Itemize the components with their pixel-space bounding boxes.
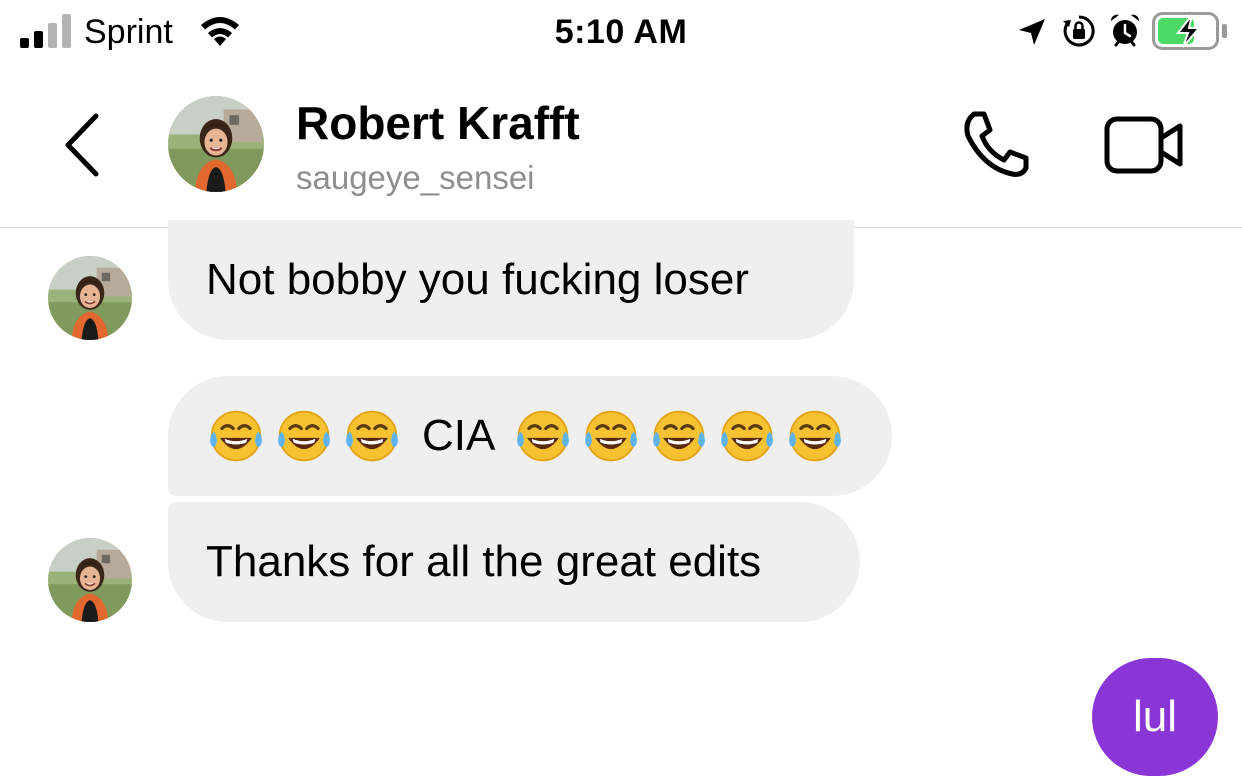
face-with-tears-of-joy-icon [785, 406, 845, 466]
status-time: 5:10 AM [554, 13, 688, 51]
message-bubble-incoming[interactable]: Not bobby you fucking loser [168, 220, 854, 340]
back-chevron-icon[interactable] [58, 112, 108, 178]
battery-charging-icon [1152, 12, 1227, 50]
video-camera-icon[interactable] [1104, 114, 1184, 176]
message-bubble-incoming[interactable]: Thanks for all the great edits [168, 502, 860, 622]
message-text: lul [1132, 692, 1178, 741]
face-with-tears-of-joy-icon [717, 406, 777, 466]
message-text: Not bobby you fucking loser [206, 255, 749, 304]
location-arrow-icon [1019, 19, 1045, 45]
message-avatar[interactable] [48, 256, 132, 340]
message-avatar[interactable] [48, 538, 132, 622]
rotation-lock-icon [1063, 15, 1095, 47]
alarm-icon [1110, 14, 1140, 47]
phone-icon[interactable] [960, 110, 1034, 178]
face-with-tears-of-joy-icon [274, 406, 334, 466]
face-with-tears-of-joy-icon [513, 406, 573, 466]
message-text: Thanks for all the great edits [206, 537, 762, 586]
status-bar: Sprint 5:10 AM [0, 0, 1242, 64]
message-content: CIA [206, 406, 845, 466]
contact-avatar[interactable] [168, 96, 264, 192]
contact-username[interactable]: saugeye_sensei [296, 158, 535, 198]
message-bubble-outgoing[interactable]: lul [1092, 658, 1218, 776]
message-bubble-incoming[interactable]: CIA [168, 376, 892, 496]
face-with-tears-of-joy-icon [206, 406, 266, 466]
face-with-tears-of-joy-icon [649, 406, 709, 466]
face-with-tears-of-joy-icon [342, 406, 402, 466]
chat-header: Robert Krafft saugeye_sensei [0, 64, 1242, 228]
message-text: CIA [422, 411, 496, 460]
face-with-tears-of-joy-icon [581, 406, 641, 466]
contact-name[interactable]: Robert Krafft [296, 96, 580, 150]
